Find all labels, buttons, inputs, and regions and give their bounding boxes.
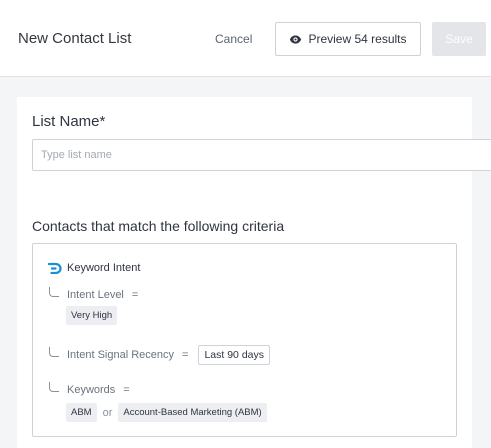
criterion-operator: = — [182, 349, 189, 361]
list-name-label: List Name* — [32, 113, 106, 130]
value-tag: Account-Based Marketing (ABM) — [118, 403, 267, 422]
contact-list-form: List Name* Contacts that match the follo… — [17, 97, 491, 448]
list-name-input[interactable] — [32, 139, 491, 171]
preview-label: Preview 54 results — [308, 32, 407, 46]
page-header: New Contact List Cancel Preview 54 resul… — [0, 0, 491, 77]
page-title: New Contact List — [18, 30, 132, 47]
keyword-intent-label: Keyword Intent — [67, 262, 141, 274]
branch-connector-icon — [49, 287, 59, 297]
preview-results-button[interactable]: Preview 54 results — [275, 22, 421, 56]
cancel-button[interactable]: Cancel — [215, 32, 252, 46]
criteria-heading: Contacts that match the following criter… — [32, 218, 285, 234]
eye-icon — [290, 34, 302, 44]
criteria-box: Keyword Intent Intent Level = Very High … — [32, 243, 457, 437]
value-tag: ABM — [66, 403, 97, 422]
bombora-logo-icon — [48, 262, 62, 274]
criterion-intent-level: Intent Level = — [49, 287, 139, 301]
branch-connector-icon — [49, 347, 59, 357]
criterion-operator: = — [123, 384, 130, 396]
criterion-values: ABM or Account-Based Marketing (ABM) — [66, 403, 267, 422]
criterion-label: Intent Level — [67, 289, 124, 301]
or-joiner: or — [102, 406, 113, 419]
criterion-values: Very High — [66, 306, 118, 325]
keyword-intent-group: Keyword Intent — [48, 262, 140, 274]
recency-dropdown[interactable]: Last 90 days — [198, 345, 270, 365]
save-button[interactable]: Save — [432, 22, 486, 56]
criterion-intent-signal-recency: Intent Signal Recency = Last 90 days — [49, 345, 270, 365]
criterion-label: Keywords — [67, 384, 116, 396]
criterion-operator: = — [131, 289, 139, 301]
criterion-keywords: Keywords = — [49, 382, 130, 396]
value-tag: Very High — [66, 306, 118, 325]
branch-connector-icon — [49, 382, 59, 392]
criterion-label: Intent Signal Recency — [67, 349, 175, 361]
